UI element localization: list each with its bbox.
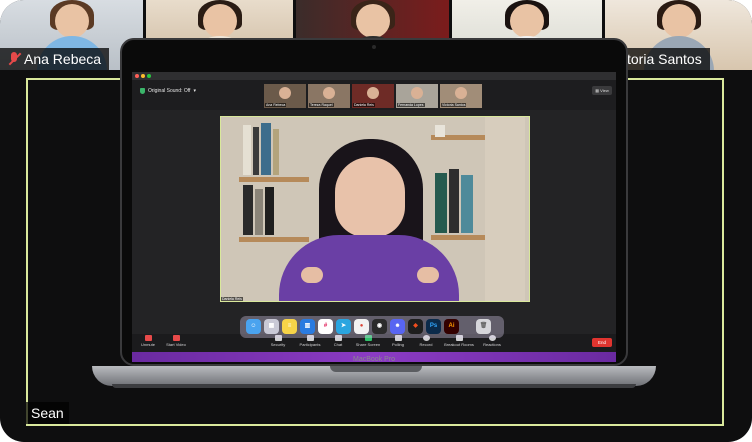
participant-name: ctoria Santos [620, 51, 702, 67]
end-meeting-button[interactable]: End [592, 338, 612, 347]
outer-meeting-canvas: Ana Rebeca ctoria Santos Original Sound:… [0, 0, 752, 442]
mic-muted-icon [144, 335, 152, 341]
illustrator-icon[interactable]: Ai [444, 319, 459, 334]
obs-icon[interactable]: ◉ [372, 319, 387, 334]
inner-participant-tile[interactable]: Ana Rebeca [264, 84, 306, 108]
maximize-window-icon[interactable] [147, 74, 151, 78]
laptop-hinge-notch [330, 366, 422, 372]
mic-muted-icon [8, 52, 20, 66]
view-button[interactable]: ▦ View [592, 86, 612, 95]
inner-participant-name: Ana Rebeca [265, 103, 287, 107]
chevron-down-icon: ▾ [193, 88, 196, 94]
inner-participant-name: Tereza Raquel [309, 103, 334, 107]
participants-label: Participants [299, 342, 321, 347]
inner-participant-tile[interactable]: Tereza Raquel [308, 84, 350, 108]
launchpad-icon[interactable]: ▦ [264, 319, 279, 334]
main-speaker-name: Daniela Reis [221, 297, 243, 301]
video-off-icon [172, 335, 180, 341]
original-sound-label: Original Sound: Off [148, 88, 191, 94]
polling-label: Polling [391, 342, 404, 347]
notes-icon[interactable]: ≡ [282, 319, 297, 334]
breakout-rooms-label: Breakout Rooms [444, 342, 474, 347]
laptop-foot [112, 384, 636, 388]
inner-participant-tile[interactable]: Fernanda Lopes [396, 84, 438, 108]
trash-icon[interactable]: 🗑 [476, 319, 491, 334]
share-screen-label: Share Screen [355, 342, 381, 347]
shield-icon [140, 88, 145, 94]
window-title-bar [132, 72, 616, 80]
record-label: Record [419, 342, 433, 347]
chat-label: Chat [333, 342, 343, 347]
photoshop-icon[interactable]: Ps [426, 319, 441, 334]
self-view-name-tag: Sean [26, 402, 69, 424]
slack-icon[interactable]: # [318, 319, 333, 334]
minimize-window-icon[interactable] [141, 74, 145, 78]
participant-name-tag: Ana Rebeca [0, 48, 110, 70]
unmute-label: Unmute [140, 342, 155, 347]
start-video-button[interactable]: Start Video [162, 335, 190, 347]
start-video-label: Start Video [166, 342, 186, 347]
grid-icon: ▦ [595, 88, 600, 93]
end-label: End [597, 340, 606, 345]
self-view-name: Sean [31, 405, 64, 421]
main-speaker-video: Daniela Reis [220, 116, 530, 302]
view-label: View [600, 88, 609, 93]
close-window-icon[interactable] [135, 74, 139, 78]
trello-icon[interactable]: ▥ [300, 319, 315, 334]
macos-dock: ☺ ▦ ≡ ▥ # ➤ ● ◉ ☻ ◆ Ps Ai 🗑 [240, 316, 504, 338]
inner-participant-name: Victoria Santos [441, 103, 467, 107]
inner-top-bar: Original Sound: Off ▾ Ana Rebeca Tereza … [132, 80, 616, 110]
security-label: Security [270, 342, 286, 347]
chrome-icon[interactable]: ● [354, 319, 369, 334]
unmute-button[interactable]: Unmute [134, 335, 162, 347]
inner-participant-tile[interactable]: Victoria Santos [440, 84, 482, 108]
inner-participant-name: Fernanda Lopes [397, 103, 425, 107]
inner-participant-name: Daniela Reis [353, 103, 375, 107]
figma-icon[interactable]: ◆ [408, 319, 423, 334]
macbook-model-label: MacBook Pro [352, 356, 396, 363]
participant-name: Ana Rebeca [24, 51, 102, 67]
inner-participant-tile[interactable]: Daniela Reis [352, 84, 394, 108]
telegram-icon[interactable]: ➤ [336, 319, 351, 334]
original-sound-toggle[interactable]: Original Sound: Off ▾ [140, 88, 196, 94]
finder-icon[interactable]: ☺ [246, 319, 261, 334]
webcam-icon [372, 45, 376, 49]
reactions-label: Reactions [483, 342, 501, 347]
discord-icon[interactable]: ☻ [390, 319, 405, 334]
